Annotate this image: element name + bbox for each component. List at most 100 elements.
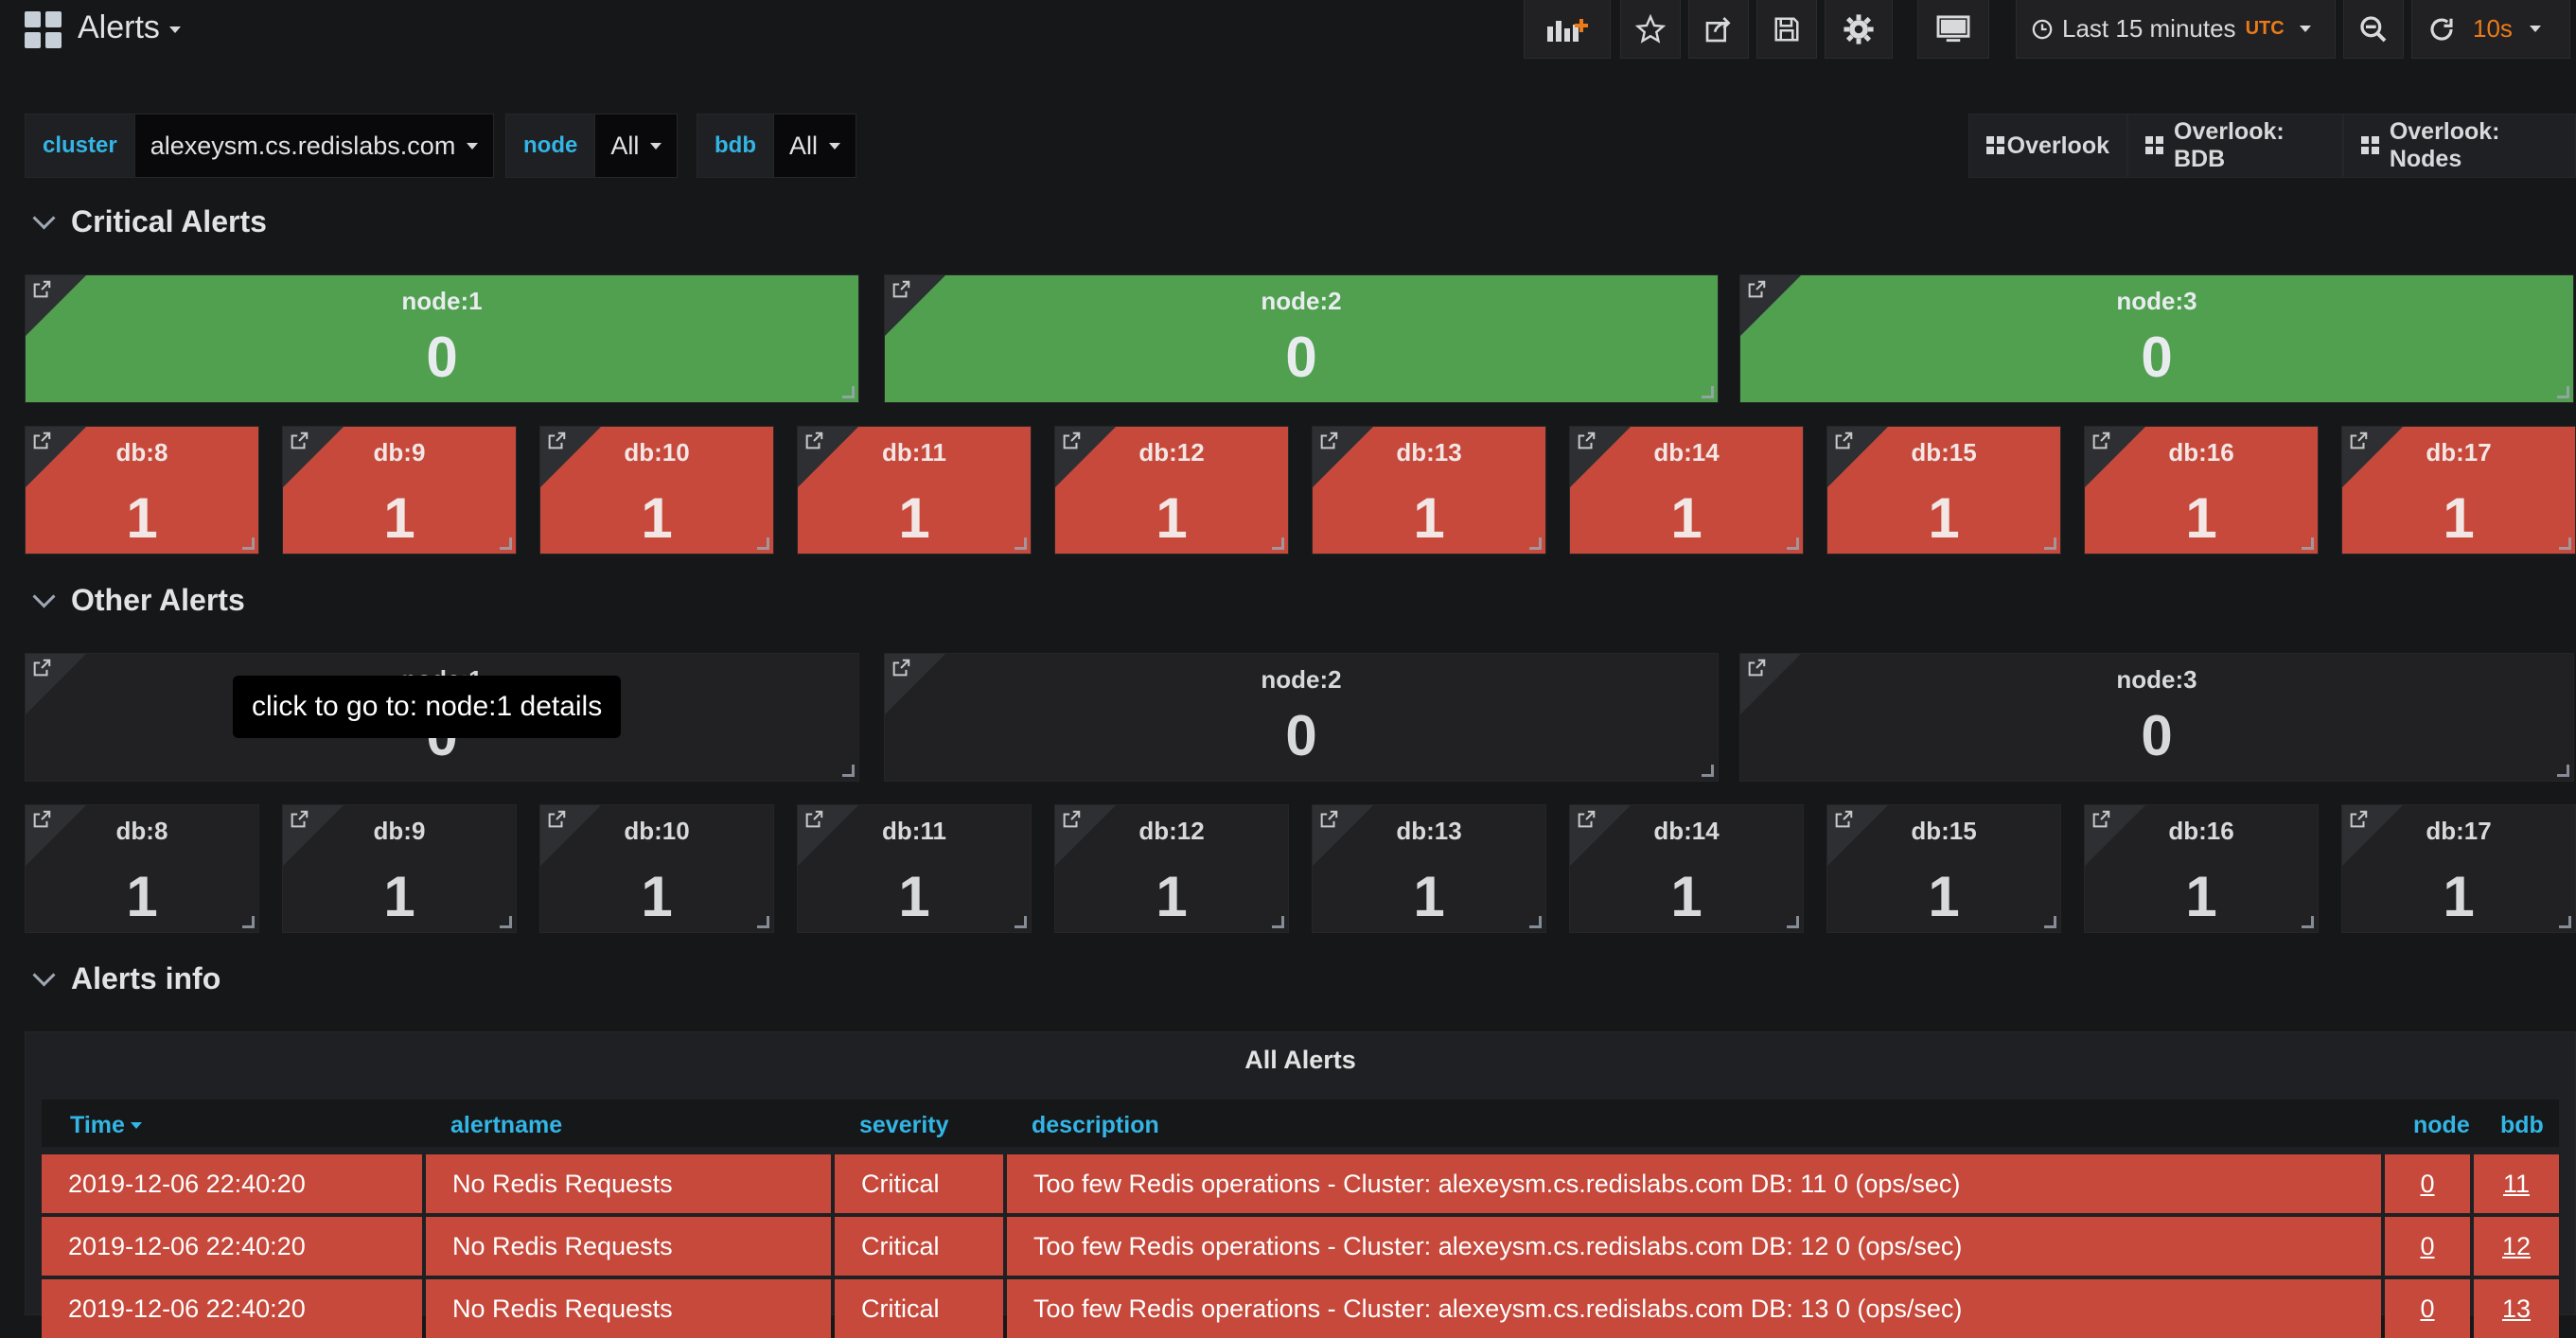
panel-title: db:13 <box>1396 817 1462 845</box>
stat-panel[interactable]: db:17 1 <box>2341 804 2576 933</box>
table-row[interactable]: 2019-12-06 22:40:20 No Redis Requests Crit… <box>42 1279 2559 1338</box>
share-button[interactable] <box>1688 0 1749 59</box>
stat-panel[interactable]: db:8 1 <box>25 804 259 933</box>
stat-panel[interactable]: db:14 1 <box>1569 804 1804 933</box>
time-picker[interactable]: Last 15 minutes UTC <box>2016 0 2336 59</box>
dashboard-title[interactable]: Alerts <box>78 9 181 46</box>
link-label: Overlook: BDB <box>2174 118 2285 172</box>
variable-cluster-select[interactable]: alexeysm.cs.redislabs.com <box>134 114 495 178</box>
dashboard-grid-icon[interactable] <box>25 11 62 49</box>
link-overlook-nodes[interactable]: Overlook: Nodes <box>2343 114 2576 178</box>
row-alerts-info[interactable]: Alerts info <box>28 961 221 996</box>
stat-panel[interactable]: db:9 1 <box>282 804 517 933</box>
stat-panel[interactable]: db:8 1 <box>25 426 259 555</box>
resize-handle[interactable] <box>1787 916 1799 928</box>
resize-handle[interactable] <box>2559 916 2571 928</box>
stat-panel[interactable]: db:16 1 <box>2084 426 2319 555</box>
column-header-description[interactable]: description <box>1032 1101 1159 1149</box>
table-cell-node[interactable]: 0 <box>2385 1279 2470 1338</box>
variable-node-select[interactable]: All <box>595 114 679 178</box>
tv-mode-button[interactable] <box>1917 0 1989 59</box>
stat-panel[interactable]: db:10 1 <box>539 426 774 555</box>
resize-handle[interactable] <box>242 537 255 550</box>
stat-panel[interactable]: node:1 0 <box>25 274 859 403</box>
resize-handle[interactable] <box>1272 537 1284 550</box>
column-label: Time <box>70 1111 125 1138</box>
resize-handle[interactable] <box>757 537 769 550</box>
link-overlook[interactable]: Overlook <box>1968 114 2127 178</box>
stat-panel[interactable]: db:16 1 <box>2084 804 2319 933</box>
row-critical-alerts[interactable]: Critical Alerts <box>28 204 267 239</box>
column-header-node[interactable]: node <box>2413 1101 2470 1149</box>
stat-panel[interactable]: db:12 1 <box>1054 426 1289 555</box>
resize-handle[interactable] <box>2044 537 2056 550</box>
stat-panel[interactable]: db:10 1 <box>539 804 774 933</box>
resize-handle[interactable] <box>842 386 855 398</box>
resize-handle[interactable] <box>1702 386 1714 398</box>
resize-handle[interactable] <box>757 916 769 928</box>
zoom-out-icon <box>2360 15 2387 42</box>
resize-handle[interactable] <box>1702 765 1714 777</box>
table-cell-alertname: No Redis Requests <box>426 1154 831 1213</box>
row-other-alerts[interactable]: Other Alerts <box>28 583 245 618</box>
panel-value: 1 <box>2185 486 2217 550</box>
column-header-severity[interactable]: severity <box>859 1101 949 1149</box>
table-cell-node[interactable]: 0 <box>2385 1217 2470 1276</box>
resize-handle[interactable] <box>1015 916 1027 928</box>
resize-handle[interactable] <box>500 537 512 550</box>
stat-panel[interactable]: node:3 0 <box>1739 274 2574 403</box>
column-header-time[interactable]: Time <box>70 1101 142 1149</box>
resize-handle[interactable] <box>842 765 855 777</box>
variable-bdb-select[interactable]: All <box>773 114 856 178</box>
stat-panel[interactable]: node:2 0 <box>884 653 1719 782</box>
row-title: Other Alerts <box>71 583 245 617</box>
resize-handle[interactable] <box>1272 916 1284 928</box>
panel-title: db:8 <box>115 438 168 467</box>
resize-handle[interactable] <box>242 916 255 928</box>
zoom-out-button[interactable] <box>2343 0 2404 59</box>
resize-handle[interactable] <box>1015 537 1027 550</box>
stat-panel[interactable]: db:9 1 <box>282 426 517 555</box>
table-row[interactable]: 2019-12-06 22:40:20 No Redis Requests Crit… <box>42 1154 2559 1213</box>
table-cell-severity: Critical <box>835 1279 1003 1338</box>
column-header-alertname[interactable]: alertname <box>450 1101 562 1149</box>
resize-handle[interactable] <box>2302 537 2314 550</box>
table-row[interactable]: 2019-12-06 22:40:20 No Redis Requests Crit… <box>42 1217 2559 1276</box>
stat-panel[interactable]: db:15 1 <box>1826 804 2061 933</box>
table-cell-bdb[interactable]: 12 <box>2474 1217 2559 1276</box>
refresh-picker[interactable]: 10s <box>2411 0 2570 59</box>
stat-panel[interactable]: db:13 1 <box>1312 804 1546 933</box>
resize-handle[interactable] <box>1529 916 1542 928</box>
resize-handle[interactable] <box>2557 765 2569 777</box>
add-panel-button[interactable] <box>1524 0 1611 59</box>
stat-panel[interactable]: db:15 1 <box>1826 426 2061 555</box>
resize-handle[interactable] <box>2559 537 2571 550</box>
save-button[interactable] <box>1756 0 1817 59</box>
panel-value: 1 <box>1413 865 1445 928</box>
stat-panel[interactable]: node:3 0 <box>1739 653 2574 782</box>
variable-value: All <box>610 131 640 160</box>
stat-panel[interactable]: db:14 1 <box>1569 426 1804 555</box>
stat-panel[interactable]: db:17 1 <box>2341 426 2576 555</box>
stat-panel[interactable]: db:13 1 <box>1312 426 1546 555</box>
star-button[interactable] <box>1620 0 1681 59</box>
settings-button[interactable] <box>1825 0 1893 59</box>
resize-handle[interactable] <box>2302 916 2314 928</box>
column-header-bdb[interactable]: bdb <box>2500 1101 2544 1149</box>
resize-handle[interactable] <box>500 916 512 928</box>
table-cell-bdb[interactable]: 11 <box>2474 1154 2559 1213</box>
stat-panel[interactable]: db:11 1 <box>797 804 1032 933</box>
stat-panel[interactable]: db:12 1 <box>1054 804 1289 933</box>
resize-handle[interactable] <box>2044 916 2056 928</box>
table-cell-node[interactable]: 0 <box>2385 1154 2470 1213</box>
panel-title: db:11 <box>882 817 946 845</box>
resize-handle[interactable] <box>1529 537 1542 550</box>
stat-panel[interactable]: db:11 1 <box>797 426 1032 555</box>
resize-handle[interactable] <box>1787 537 1799 550</box>
stat-panel[interactable]: node:2 0 <box>884 274 1719 403</box>
link-overlook-bdb[interactable]: Overlook: BDB <box>2127 114 2343 178</box>
dashboard-icon <box>2145 136 2163 155</box>
table-cell-bdb[interactable]: 13 <box>2474 1279 2559 1338</box>
panel-value: 1 <box>383 486 415 550</box>
resize-handle[interactable] <box>2557 386 2569 398</box>
